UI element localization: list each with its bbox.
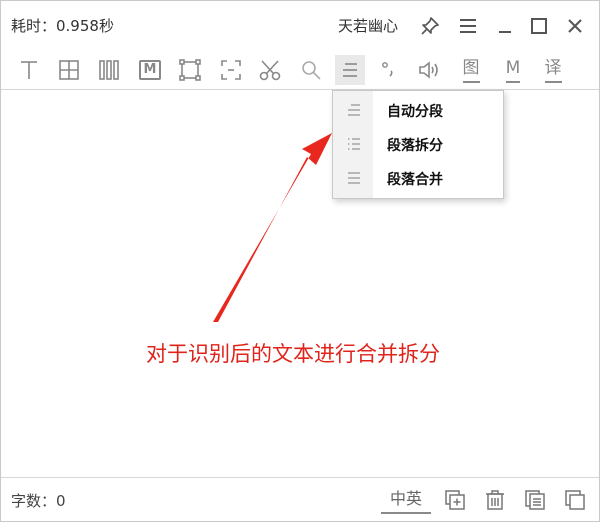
- add-page-icon[interactable]: [442, 487, 468, 513]
- menu-item-merge-paragraph[interactable]: 段落合并: [333, 161, 503, 195]
- select-region-icon[interactable]: [175, 55, 205, 85]
- image-ocr-button[interactable]: 图: [456, 55, 486, 85]
- minimize-icon[interactable]: [492, 13, 518, 39]
- capture-icon[interactable]: [216, 55, 246, 85]
- menu-item-label: 自动分段: [387, 104, 443, 120]
- status-bar: 字数：0 中英: [1, 477, 599, 522]
- lines-icon: [348, 104, 360, 116]
- close-icon[interactable]: [562, 13, 588, 39]
- table-icon[interactable]: [54, 55, 84, 85]
- model-label: M: [505, 57, 521, 83]
- title-bar: 耗时：0.958秒 天若幽心: [1, 1, 599, 47]
- menu-item-label: 段落合并: [387, 172, 443, 188]
- delete-icon[interactable]: [482, 487, 508, 513]
- model-button[interactable]: M: [498, 55, 528, 85]
- duplicate-icon[interactable]: [562, 487, 588, 513]
- list-icon: [348, 138, 360, 150]
- lines-icon: [348, 172, 360, 184]
- markdown-icon[interactable]: M: [135, 55, 165, 85]
- user-name[interactable]: 天若幽心: [338, 15, 398, 36]
- menu-item-label: 段落拆分: [387, 138, 443, 154]
- word-count: 字数：0: [11, 492, 66, 510]
- translate-label: 译: [544, 57, 562, 83]
- search-icon[interactable]: [296, 55, 326, 85]
- image-ocr-label: 图: [462, 57, 480, 83]
- pin-icon[interactable]: [417, 13, 443, 39]
- toolbar: M 图 M 译: [1, 51, 599, 90]
- menu-item-auto-paragraph[interactable]: 自动分段: [333, 93, 503, 127]
- paragraph-menu: 自动分段 段落拆分 段落合并: [332, 90, 504, 199]
- degree-icon[interactable]: [374, 55, 404, 85]
- ocr-window: 耗时：0.958秒 天若幽心 M 图 M 译 对于识别后的文本进行合并拆分 自动…: [0, 0, 600, 522]
- menu-icon[interactable]: [455, 13, 481, 39]
- speaker-icon[interactable]: [415, 55, 445, 85]
- vertical-text-icon[interactable]: [94, 55, 124, 85]
- scissors-icon[interactable]: [255, 55, 285, 85]
- annotation-text: 对于识别后的文本进行合并拆分: [146, 342, 440, 366]
- elapsed-time: 耗时：0.958秒: [11, 17, 114, 35]
- copy-icon[interactable]: [522, 487, 548, 513]
- language-toggle-button[interactable]: 中英: [381, 486, 431, 514]
- paragraph-icon[interactable]: [335, 55, 365, 85]
- translate-button[interactable]: 译: [538, 55, 568, 85]
- menu-item-split-paragraph[interactable]: 段落拆分: [333, 127, 503, 161]
- text-icon[interactable]: [14, 55, 44, 85]
- text-editor-area[interactable]: [1, 90, 599, 476]
- maximize-icon[interactable]: [526, 13, 552, 39]
